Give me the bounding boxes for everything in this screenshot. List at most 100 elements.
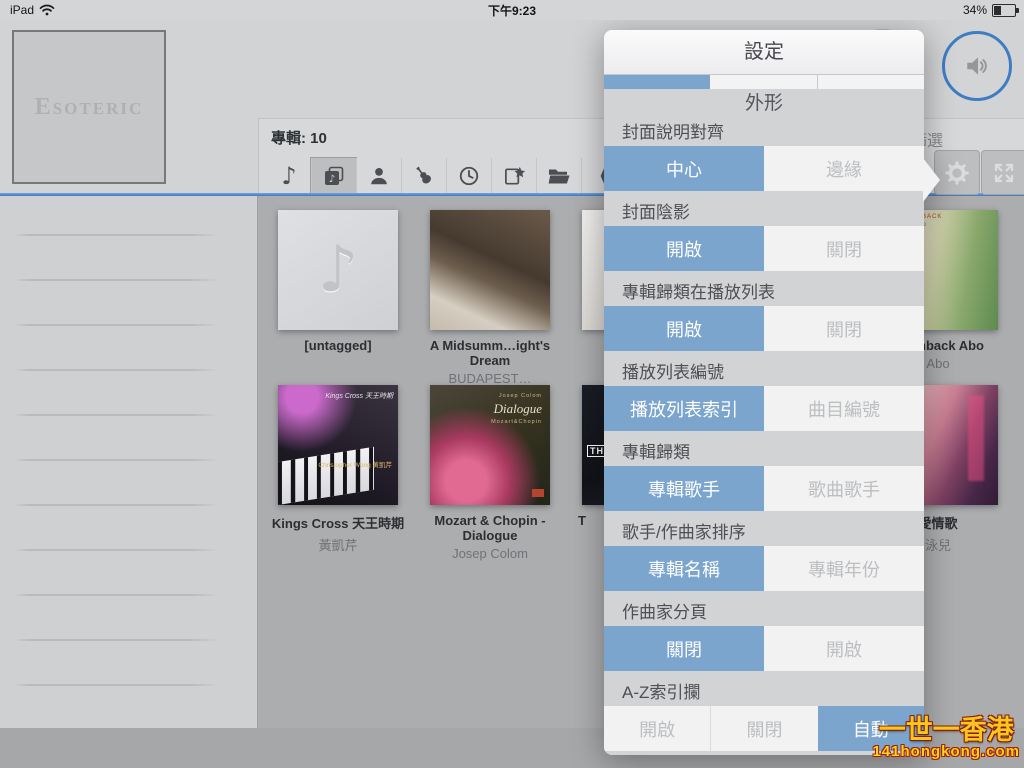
segment-option[interactable]: 播放列表索引 (604, 386, 764, 431)
album-cover: Josep Colom Dialogue Mozart&Chopin (430, 385, 550, 505)
label-mark (532, 489, 544, 497)
setting-row-cover-shadow: 封面陰影 開啟 關閉 (604, 199, 924, 271)
album-title: Kings Cross 天王時期 (262, 513, 414, 532)
setting-row-playlist-numbering: 播放列表編號 播放列表索引 曲目編號 (604, 359, 924, 431)
list-divider (14, 369, 220, 371)
piano-keys-art (278, 447, 374, 505)
popover-arrow (923, 158, 940, 202)
setting-label: 專輯歸類 (604, 439, 924, 466)
segment-option[interactable]: 專輯年份 (764, 546, 924, 591)
setting-label: 歌手/作曲家排序 (604, 519, 924, 546)
setting-label: 封面說明對齊 (604, 119, 924, 146)
folder-icon (547, 164, 571, 188)
battery-icon (992, 4, 1016, 17)
segment-option[interactable]: 關閉 (604, 626, 764, 671)
esoteric-logo: Esoteric (12, 30, 166, 184)
svg-text:♪: ♪ (329, 174, 335, 185)
page-tab-2[interactable] (710, 75, 816, 89)
segment-option[interactable]: 關閉 (764, 226, 924, 271)
site-watermark: 一世一香港 141hongkong.com (872, 716, 1020, 760)
segment-option[interactable]: 曲目編號 (764, 386, 924, 431)
segment-option[interactable]: 開啟 (604, 306, 764, 351)
status-bar: iPad 下午9:23 34% (0, 0, 1024, 20)
logo-text: Esoteric (35, 94, 144, 121)
album-title: A Midsumm…ight's Dream (414, 338, 566, 368)
list-divider (14, 684, 220, 686)
setting-row-cover-caption-align: 封面說明對齊 中心 邊緣 (604, 119, 924, 191)
fullscreen-button[interactable] (981, 150, 1024, 195)
expand-arrows-icon (992, 161, 1016, 185)
tab-albums[interactable]: ♪ (311, 158, 356, 194)
album-count-label: 專輯: 10 (271, 127, 327, 148)
album-title: Mozart & Chopin - Dialogue (414, 513, 566, 543)
segment-option[interactable]: 關閉 (764, 306, 924, 351)
segment-option[interactable]: 歌曲歌手 (764, 466, 924, 511)
sidebar-list[interactable] (0, 196, 258, 728)
album-cover (430, 210, 550, 330)
list-divider (14, 279, 220, 281)
segment-option[interactable]: 專輯歌手 (604, 466, 764, 511)
setting-label: 專輯歸類在播放列表 (604, 279, 924, 306)
volume-button[interactable] (942, 31, 1012, 101)
segment-option[interactable]: 開啟 (604, 226, 764, 271)
album-item[interactable]: ♪ [untagged] (262, 210, 414, 353)
tab-folders[interactable] (536, 158, 581, 194)
settings-popover: 設定 外形 封面說明對齊 中心 邊緣 封面陰影 開啟 關閉 專輯歸類在播放列表 … (604, 30, 924, 755)
page-tab-3[interactable] (817, 75, 924, 89)
list-divider (14, 234, 220, 236)
cover-text: Dialogue (494, 401, 542, 417)
clock-label: 下午9:23 (0, 2, 1024, 19)
settings-button[interactable] (934, 150, 980, 195)
cover-art-strip (968, 395, 984, 481)
cover-text: Christopher Wong 黃凱芹 (296, 459, 392, 469)
settings-title: 設定 (604, 30, 924, 75)
section-title: 外形 (604, 89, 924, 119)
album-item[interactable]: Kings Cross 天王時期 Christopher Wong 黃凱芹 Ki… (262, 385, 414, 554)
setting-label: 播放列表編號 (604, 359, 924, 386)
segment-option[interactable]: 開啟 (764, 626, 924, 671)
segment-option[interactable]: 開啟 (604, 706, 710, 751)
setting-row-group-albums-in-playlist: 專輯歸類在播放列表 開啟 關閉 (604, 279, 924, 351)
album-title: [untagged] (262, 338, 414, 353)
watermark-line1: 一世一香港 (872, 716, 1020, 744)
album-item[interactable]: Josep Colom Dialogue Mozart&Chopin Mozar… (414, 385, 566, 561)
list-divider (14, 504, 220, 506)
setting-row-album-grouping: 專輯歸類 專輯歌手 歌曲歌手 (604, 439, 924, 511)
tab-artists[interactable] (356, 158, 401, 194)
speaker-icon (964, 53, 990, 79)
setting-label: 作曲家分頁 (604, 599, 924, 626)
cover-text: Josep Colom (499, 393, 542, 399)
album-artist: 黃凱芹 (262, 535, 414, 554)
guitar-icon (413, 165, 435, 187)
clock-icon (458, 165, 480, 187)
tab-recent[interactable] (446, 158, 491, 194)
setting-row-composer-tab: 作曲家分頁 關閉 開啟 (604, 599, 924, 671)
list-divider (14, 639, 220, 641)
cover-text: Kings Cross 天王時期 (321, 391, 393, 401)
music-note-icon: ♪ (318, 233, 359, 307)
album-cover: ♪ (278, 210, 398, 330)
tab-songs[interactable]: ♪ (267, 158, 311, 194)
tab-genres[interactable] (401, 158, 446, 194)
cover-text: Mozart&Chopin (491, 419, 542, 425)
segment-option[interactable]: 專輯名稱 (604, 546, 764, 591)
settings-page-indicator[interactable] (604, 75, 924, 89)
music-note-icon: ♪ (281, 164, 296, 188)
setting-row-artist-sort: 歌手/作曲家排序 專輯名稱 專輯年份 (604, 519, 924, 591)
setting-label: A-Z索引攔 (604, 679, 924, 706)
watermark-line2: 141hongkong.com (872, 744, 1020, 760)
setting-label: 封面陰影 (604, 199, 924, 226)
view-tabs: ♪ ♪ (267, 158, 626, 194)
person-icon (368, 165, 390, 187)
segment-option[interactable]: 關閉 (710, 706, 817, 751)
album-item[interactable]: A Midsumm…ight's Dream BUDAPEST…ORCHESTR… (414, 210, 566, 401)
list-divider (14, 549, 220, 551)
list-divider (14, 594, 220, 596)
tab-playlists[interactable] (491, 158, 536, 194)
gear-icon (943, 159, 971, 187)
segment-option[interactable]: 邊緣 (764, 146, 924, 191)
segment-option[interactable]: 中心 (604, 146, 764, 191)
list-divider (14, 414, 220, 416)
page-tab-1[interactable] (604, 75, 710, 89)
list-divider (14, 324, 220, 326)
